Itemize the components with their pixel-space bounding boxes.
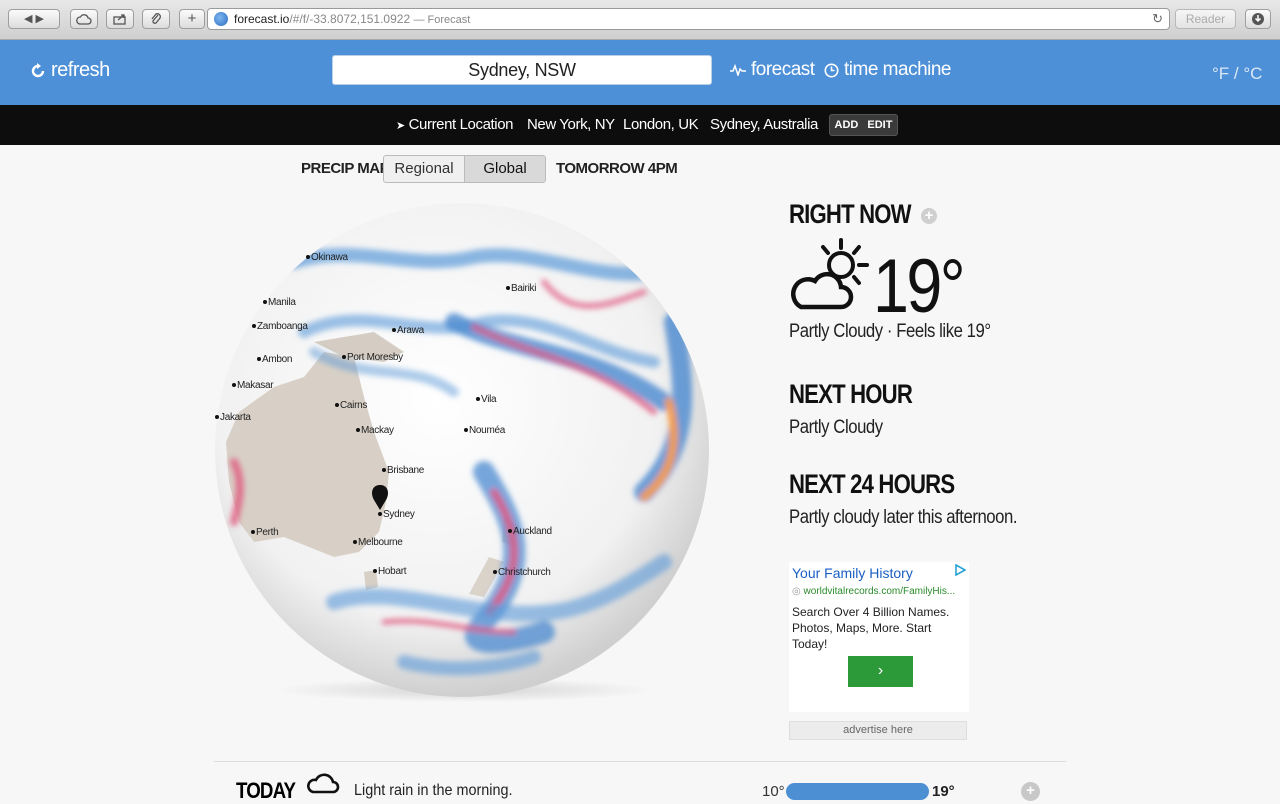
city-label: Auckland <box>508 526 552 537</box>
icloud-tabs-button[interactable] <box>70 9 98 29</box>
today-summary: Light rain in the morning. <box>354 782 513 799</box>
location-link[interactable]: Sydney, Australia <box>710 116 818 133</box>
expand-today-icon[interactable]: + <box>1021 782 1040 801</box>
refresh-label: refresh <box>51 59 110 81</box>
location-link[interactable]: London, UK <box>623 116 699 133</box>
city-label: Makasar <box>232 380 274 391</box>
expand-plus-icon[interactable]: + <box>921 208 937 224</box>
location-link[interactable]: New York, NY <box>527 116 615 133</box>
right-now-heading: RIGHT NOW <box>789 199 912 229</box>
saved-locations-bar: ➤ Current Location New York, NY London, … <box>0 105 1280 145</box>
page-title: — Forecast <box>413 14 471 26</box>
location-arrow-icon: ➤ <box>396 120 405 132</box>
back-forward-buttons[interactable]: ◀ ▶ <box>8 9 60 29</box>
city-label: Cairns <box>335 400 367 411</box>
reading-list-button[interactable] <box>142 9 170 29</box>
city-label: Mackay <box>356 425 394 436</box>
partly-cloudy-icon <box>790 238 869 310</box>
adchoices-icon[interactable] <box>954 564 966 576</box>
temperature-range-bar <box>786 783 929 800</box>
pulse-icon <box>730 64 746 76</box>
current-summary: Partly Cloudy · Feels like 19° <box>789 321 991 342</box>
forecast-label: forecast <box>751 59 815 80</box>
ad-unit: Your Family History ◎ worldvitalrecords.… <box>789 562 969 712</box>
downloads-button[interactable] <box>1245 9 1271 29</box>
reload-icon[interactable]: ↻ <box>1152 9 1163 29</box>
next-24-summary: Partly cloudy later this afternoon. <box>789 507 1018 528</box>
ad-url-text: worldvitalrecords.com/FamilyHis... <box>803 586 956 597</box>
today-label: TODAY <box>236 778 296 803</box>
unit-toggle[interactable]: °F / °C <box>1212 64 1262 84</box>
site-header: refresh Sydney, NSW forecast time machin… <box>0 40 1280 105</box>
refresh-icon <box>31 62 45 77</box>
next-hour-summary: Partly Cloudy <box>789 417 883 438</box>
location-search-input[interactable]: Sydney, NSW <box>332 55 712 85</box>
today-high-temp: 19° <box>932 783 955 800</box>
globe-icon <box>214 12 228 26</box>
city-label: Sydney <box>378 509 415 520</box>
clock-icon <box>824 63 839 77</box>
ad-globe-icon: ◎ <box>792 586 801 597</box>
browser-toolbar: ◀ ▶ + forecast.io/#/f/-33.8072,151.0922 … <box>0 0 1280 40</box>
city-label: Perth <box>251 527 279 538</box>
city-label: Zamboanga <box>252 321 308 332</box>
chevron-right-icon: › <box>877 662 884 679</box>
address-bar[interactable]: forecast.io/#/f/-33.8072,151.0922 — Fore… <box>207 8 1170 30</box>
globe-graphic <box>215 203 709 702</box>
global-option[interactable]: Global <box>464 156 545 182</box>
forecast-link[interactable]: forecast <box>730 59 815 81</box>
precip-map-label: PRECIP MAP <box>301 160 390 177</box>
next-24-heading: NEXT 24 HOURS <box>789 469 955 499</box>
city-label: Melbourne <box>353 537 403 548</box>
share-icon <box>113 14 126 25</box>
today-low-temp: 10° <box>762 783 785 800</box>
city-label: Bairiki <box>506 283 536 294</box>
precip-globe-map[interactable]: Okinawa Bairiki Manila Zamboanga Arawa A… <box>214 202 714 702</box>
new-tab-button[interactable]: + <box>179 9 205 29</box>
city-label: Okinawa <box>306 252 348 263</box>
time-machine-label: time machine <box>844 59 952 80</box>
city-label: Vila <box>476 394 497 405</box>
current-location-label: Current Location <box>408 116 514 133</box>
paperclip-icon <box>151 13 161 24</box>
city-label: Nouméa <box>464 425 505 436</box>
ad-go-button[interactable]: › <box>848 656 913 687</box>
cloud-icon <box>76 14 92 25</box>
map-time-label: TOMORROW 4PM <box>556 160 678 177</box>
city-label: Brisbane <box>382 465 424 476</box>
cloud-icon <box>307 773 340 794</box>
city-label: Port Moresby <box>342 352 403 363</box>
edit-locations-button[interactable]: EDIT <box>867 115 892 135</box>
city-label: Christchurch <box>493 567 551 578</box>
city-label: Manila <box>263 297 296 308</box>
city-label: Hobart <box>373 566 407 577</box>
download-icon <box>1252 13 1264 25</box>
city-label: Ambon <box>257 354 292 365</box>
current-temperature: 19° <box>873 244 966 329</box>
add-location-button[interactable]: ADD <box>835 115 859 135</box>
ad-body: Search Over 4 Billion Names. Photos, Map… <box>792 605 950 651</box>
time-machine-link[interactable]: time machine <box>824 59 952 81</box>
ad-title-link[interactable]: Your Family History <box>792 565 913 581</box>
reader-button[interactable]: Reader <box>1175 9 1236 29</box>
ad-url: ◎ worldvitalrecords.com/FamilyHis... <box>792 586 955 597</box>
url-path: /#/f/-33.8072,151.0922 <box>289 12 411 26</box>
regional-option[interactable]: Regional <box>384 156 464 182</box>
url-host: forecast.io <box>234 12 290 26</box>
city-label: Arawa <box>392 325 424 336</box>
map-scope-toggle: Regional Global <box>383 155 546 183</box>
share-button[interactable] <box>106 9 134 29</box>
advertise-here-link[interactable]: advertise here <box>789 721 967 740</box>
next-hour-heading: NEXT HOUR <box>789 379 913 409</box>
add-edit-group: ADD EDIT <box>829 114 898 136</box>
city-label: Jakarta <box>215 412 251 423</box>
refresh-button[interactable]: refresh <box>30 59 110 82</box>
section-divider <box>214 761 1066 762</box>
current-location-link[interactable]: ➤ Current Location <box>396 116 514 133</box>
